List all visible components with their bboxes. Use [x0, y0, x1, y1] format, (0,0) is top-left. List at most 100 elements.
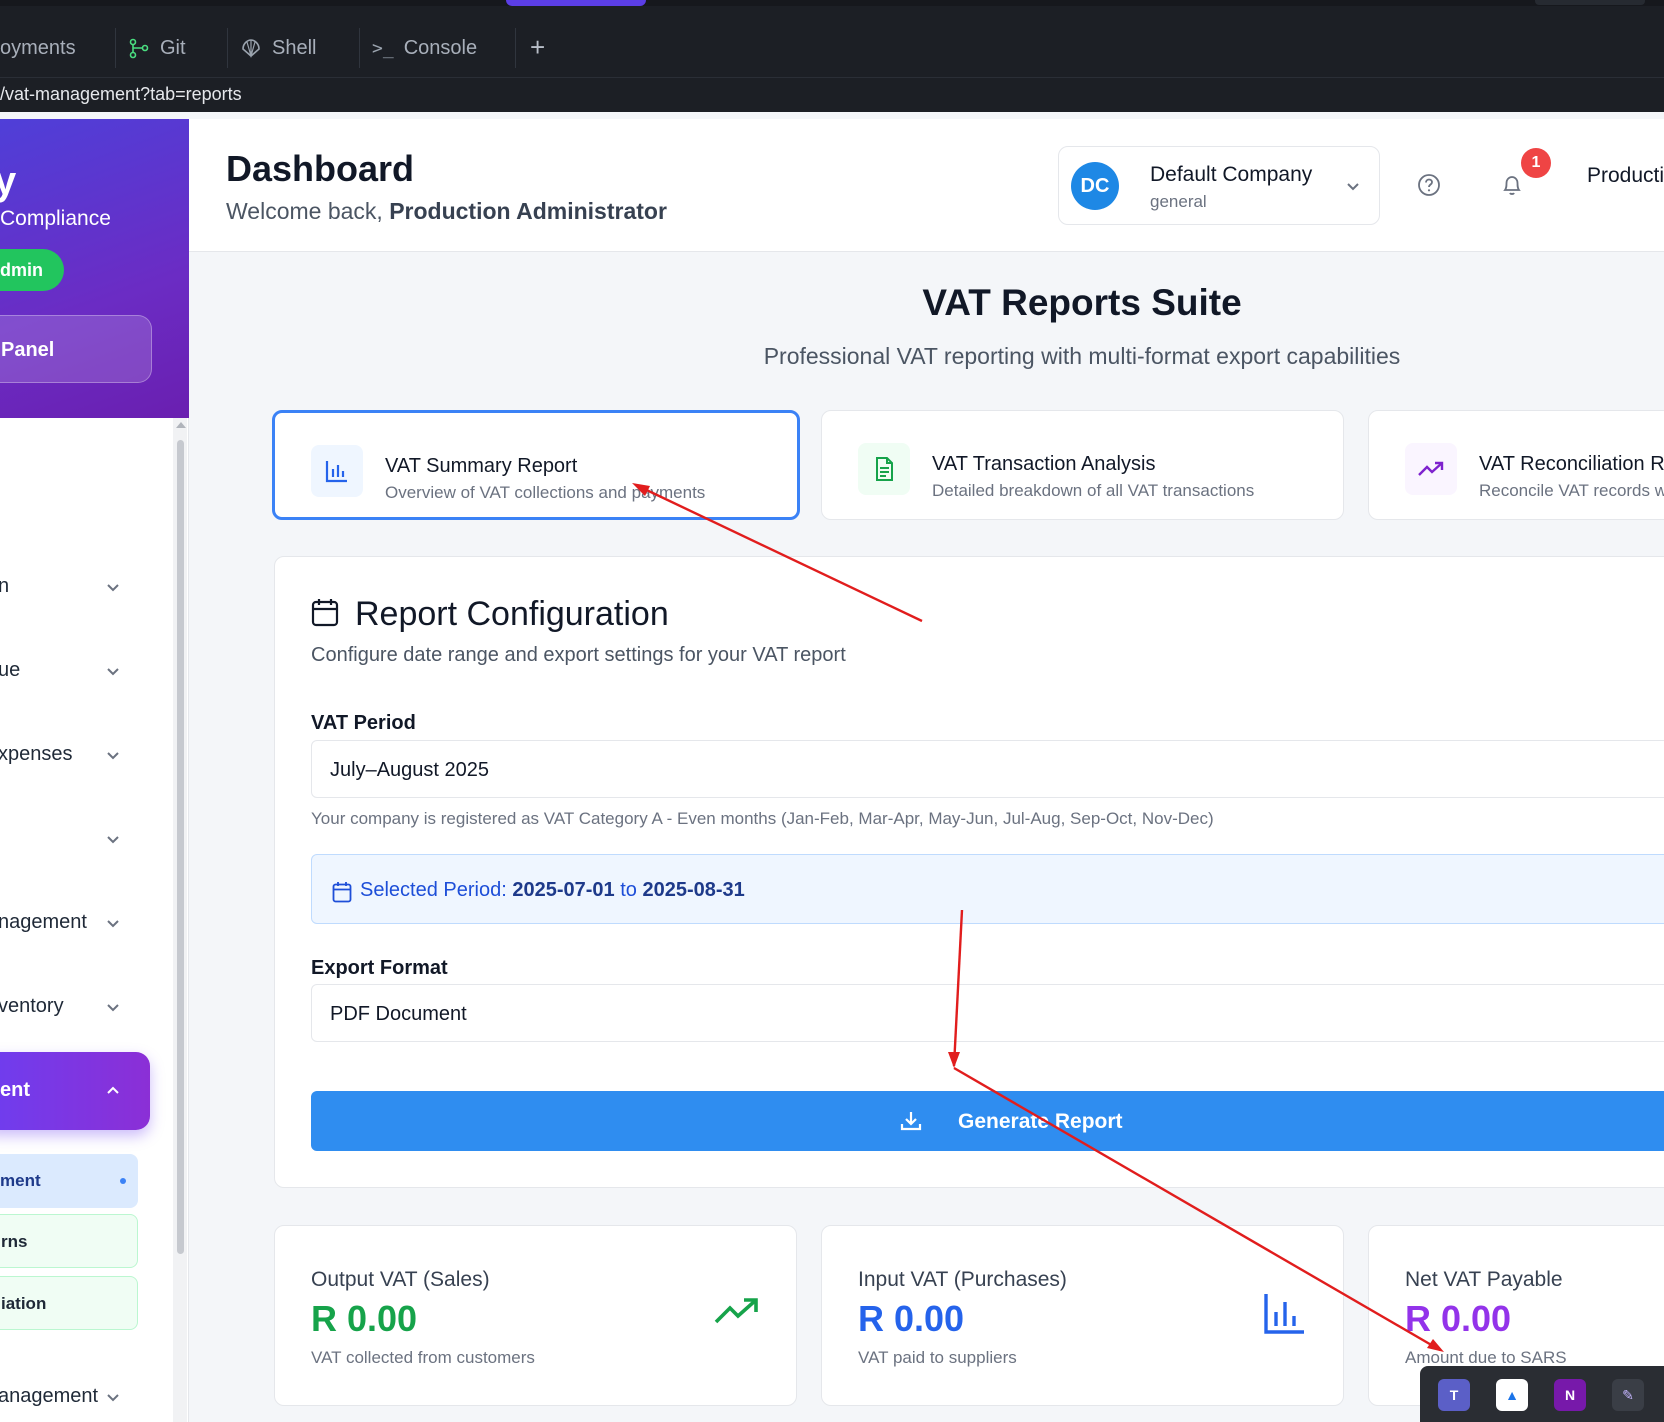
generate-report-button[interactable]: Generate Report — [311, 1091, 1664, 1151]
report-card-summary[interactable]: VAT Summary Report Overview of VAT colle… — [272, 410, 800, 520]
vat-period-value: July–August 2025 — [330, 759, 490, 781]
report-configuration-card: Report Configuration Configure date rang… — [274, 556, 1664, 1188]
ide-tab-label: oyments — [0, 36, 76, 59]
notification-badge: 1 — [1521, 148, 1551, 178]
generate-report-label: Generate Report — [958, 1110, 1123, 1133]
company-name: Default Company — [1150, 163, 1313, 186]
bell-icon[interactable] — [1499, 172, 1525, 198]
selected-period-banner: Selected Period: 2025-07-01 to 2025-08-3… — [311, 854, 1664, 924]
section-subtitle: Professional VAT reporting with multi-fo… — [763, 343, 1401, 369]
ide-tab-console[interactable]: >_ Console — [360, 20, 516, 76]
stat-label: Input VAT (Purchases) — [858, 1268, 1067, 1291]
sidebar-item[interactable]: anagement — [0, 1376, 170, 1416]
url-bar[interactable]: /vat-management?tab=reports — [0, 78, 1664, 112]
chevron-up-icon — [107, 1086, 119, 1094]
console-icon: >_ — [372, 37, 394, 59]
ide-tab-label: Console — [403, 36, 478, 59]
user-menu[interactable]: Producti — [1587, 164, 1664, 188]
help-icon[interactable] — [1416, 172, 1442, 198]
sidebar-item[interactable]: nagement — [0, 902, 170, 942]
bar-chart-icon — [1264, 1294, 1304, 1334]
stat-value: R 0.00 — [1405, 1298, 1512, 1339]
trending-up-icon — [714, 1298, 758, 1324]
company-type: general — [1150, 192, 1207, 211]
stat-label: Net VAT Payable — [1405, 1268, 1563, 1291]
report-card-desc: Reconcile VAT records w — [1479, 481, 1664, 500]
add-tab-button[interactable]: + — [530, 32, 545, 63]
bar-chart-icon — [311, 445, 363, 497]
report-card-title: VAT Transaction Analysis — [932, 453, 1156, 475]
export-format-label: Export Format — [311, 957, 448, 979]
ide-tab-deployments[interactable]: oyments — [0, 20, 116, 76]
stat-card-input-vat: Input VAT (Purchases) R 0.00 VAT paid to… — [821, 1225, 1344, 1406]
sidebar-item-label: xpenses — [0, 743, 73, 765]
sidebar-subitem-label: iation — [1, 1294, 47, 1313]
selected-period-start: 2025-07-01 — [512, 879, 615, 901]
vat-period-select[interactable]: July–August 2025 — [311, 740, 1664, 798]
vat-period-label: VAT Period — [311, 712, 416, 734]
teams-icon[interactable]: T — [1438, 1379, 1470, 1411]
sidebar-brand: y Compliance dmin Panel — [0, 119, 189, 418]
vat-category-hint: Your company is registered as VAT Catego… — [311, 809, 1214, 828]
export-format-value: PDF Document — [330, 1003, 467, 1025]
chevron-down-icon — [107, 584, 119, 592]
report-card-reconciliation[interactable]: VAT Reconciliation Re Reconcile VAT reco… — [1368, 410, 1664, 520]
stat-card-output-vat: Output VAT (Sales) R 0.00 VAT collected … — [274, 1225, 797, 1406]
sidebar-item[interactable] — [0, 818, 170, 858]
sidebar-item-label: n — [0, 575, 9, 598]
ide-tab-git[interactable]: Git — [116, 20, 228, 76]
report-card-transactions[interactable]: VAT Transaction Analysis Detailed breakd… — [821, 410, 1344, 520]
company-switcher[interactable]: DC Default Company general — [1058, 146, 1380, 225]
download-icon — [900, 1112, 922, 1131]
chevron-down-icon — [107, 1394, 119, 1402]
brand-mark: y — [0, 159, 17, 203]
selected-period-prefix: Selected Period: — [360, 879, 507, 901]
stat-value: R 0.00 — [858, 1298, 965, 1339]
sidebar-item[interactable]: n — [0, 566, 170, 606]
sidebar-item[interactable]: ventory — [0, 986, 170, 1026]
section-title: VAT Reports Suite — [922, 282, 1242, 323]
report-card-title: VAT Reconciliation Re — [1479, 453, 1664, 475]
sidebar-item[interactable]: xpenses — [0, 734, 170, 774]
pen-icon[interactable]: ✎ — [1612, 1379, 1644, 1411]
ide-tab-shell[interactable]: Shell — [228, 20, 360, 76]
onenote-icon[interactable]: N — [1554, 1379, 1586, 1411]
welcome-message: Welcome back, Production Administrator — [226, 198, 667, 225]
scroll-up-arrow[interactable] — [176, 422, 186, 428]
sidebar-item[interactable]: ue — [0, 650, 170, 690]
page-title: Dashboard — [226, 148, 415, 189]
chevron-down-icon — [107, 836, 119, 844]
sidebar-subitem[interactable]: iation — [0, 1276, 138, 1330]
sidebar-item-label: ventory — [0, 995, 64, 1017]
sidebar-scroll-thumb[interactable] — [177, 440, 184, 1254]
ide-tab-bar: oyments Git Shell >_ Console + — [0, 6, 1664, 78]
config-subtitle: Configure date range and export settings… — [311, 644, 846, 666]
welcome-user: Production Administrator — [389, 198, 667, 224]
sidebar-nav: n ue xpenses nagement ventory ent ment r… — [0, 418, 189, 1422]
company-avatar: DC — [1071, 162, 1119, 210]
sidebar-item-active[interactable]: ent — [0, 1052, 150, 1130]
trending-up-icon — [1405, 443, 1457, 495]
calendar-icon — [332, 882, 352, 903]
chevron-down-icon — [107, 752, 119, 760]
stat-value: R 0.00 — [311, 1298, 418, 1339]
sidebar-subitem[interactable]: rns — [0, 1214, 138, 1268]
brand-subtitle: Compliance — [0, 207, 111, 230]
sidebar-subitem-active[interactable]: ment — [0, 1154, 138, 1208]
ide-tab-label: Git — [160, 36, 186, 59]
sidebar-item-label: anagement — [0, 1385, 99, 1407]
drive-icon[interactable]: ▲ — [1496, 1379, 1528, 1411]
calendar-icon — [311, 599, 339, 627]
ide-tab-label: Shell — [272, 36, 317, 59]
report-card-title: VAT Summary Report — [385, 455, 578, 477]
selected-period-to: to — [620, 879, 637, 901]
export-format-select[interactable]: PDF Document — [311, 984, 1664, 1042]
chevron-down-icon — [107, 1004, 119, 1012]
chevron-down-icon — [1347, 183, 1359, 191]
selected-period-text: Selected Period: 2025-07-01 to 2025-08-3… — [360, 879, 745, 902]
ide-window-control[interactable] — [1535, 0, 1645, 5]
stat-label: Output VAT (Sales) — [311, 1268, 490, 1291]
stat-desc: Amount due to SARS — [1405, 1348, 1567, 1367]
sidebar-subitem-label: rns — [1, 1232, 28, 1251]
sidebar-item-label: nagement — [0, 911, 87, 933]
